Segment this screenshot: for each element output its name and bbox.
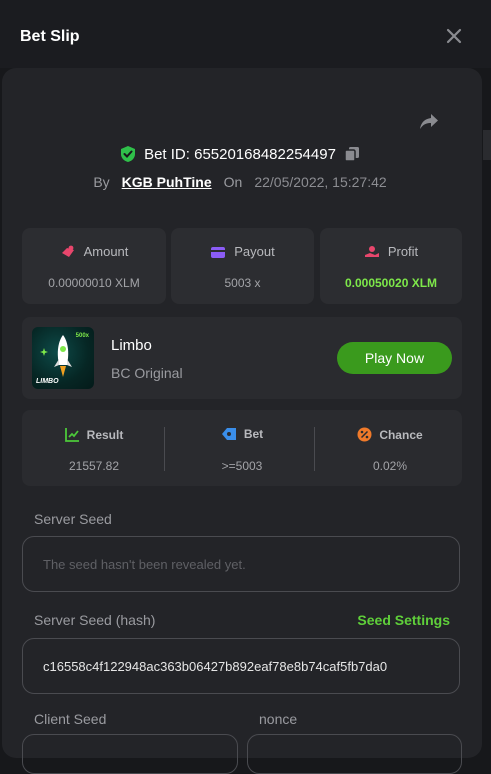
bet-date: 22/05/2022, 15:27:42 <box>254 174 387 190</box>
client-seed-label: Client Seed <box>34 711 107 727</box>
play-now-button[interactable]: Play Now <box>337 342 452 374</box>
profit-card: Profit 0.00050020 XLM <box>320 228 462 304</box>
server-seed-hash-label: Server Seed (hash) <box>34 612 156 628</box>
chance-column: Chance 0.02% <box>318 410 462 486</box>
bet-meta-row: By KGB PuhTine On 22/05/2022, 15:27:42 <box>0 172 480 192</box>
result-card: Result 21557.82 Bet >=5003 Chance 0.02% <box>22 410 462 486</box>
shield-check-icon <box>121 146 136 162</box>
payout-label: Payout <box>234 244 275 259</box>
amount-label: Amount <box>83 244 129 259</box>
result-value: 21557.82 <box>68 459 120 473</box>
chance-value: 0.02% <box>372 459 408 473</box>
payout-card: Payout 5003 x <box>171 228 314 304</box>
nonce-field[interactable] <box>247 734 462 774</box>
client-seed-field[interactable] <box>22 734 238 774</box>
percent-icon <box>357 427 372 442</box>
thumb-label: LIMBO <box>36 378 59 385</box>
header: Bet Slip <box>0 0 491 68</box>
seed-settings-link[interactable]: Seed Settings <box>357 612 450 628</box>
game-card: 500x LIMBO Limbo BC Original Play Now <box>22 317 462 399</box>
divider <box>314 427 315 471</box>
game-thumbnail[interactable]: 500x LIMBO <box>32 327 94 389</box>
amount-card: Amount 0.00000010 XLM <box>22 228 166 304</box>
bet-value: >=5003 <box>221 459 263 473</box>
server-seed-label: Server Seed <box>34 511 112 527</box>
profit-icon <box>364 245 379 257</box>
chart-icon <box>64 428 79 442</box>
result-column: Result 21557.82 <box>22 410 166 486</box>
copy-icon[interactable] <box>344 146 360 162</box>
bet-label: Bet <box>243 427 264 441</box>
bet-id: Bet ID: 65520168482254497 <box>144 145 336 163</box>
result-label: Result <box>86 427 124 442</box>
amount-icon <box>61 245 74 257</box>
by-label: By <box>93 174 110 190</box>
game-name: Limbo <box>111 337 152 354</box>
payout-value: 5003 x <box>224 276 261 290</box>
amount-value: 0.00000010 XLM <box>48 276 140 290</box>
page-title: Bet Slip <box>20 28 80 45</box>
user-link[interactable]: KGB PuhTine <box>122 174 212 190</box>
bet-id-row: Bet ID: 65520168482254497 <box>0 143 480 165</box>
thumb-badge: 500x <box>75 333 89 339</box>
background-edge <box>483 130 491 160</box>
profit-value: 0.00050020 XLM <box>344 276 438 290</box>
server-seed-hash-field[interactable]: c16558c4f122948ac363b06427b892eaf78e8b74… <box>22 638 460 694</box>
server-seed-field[interactable]: The seed hasn't been revealed yet. <box>22 536 460 592</box>
close-icon[interactable] <box>445 27 463 45</box>
tag-icon <box>221 428 236 440</box>
game-subtitle: BC Original <box>111 365 183 381</box>
on-label: On <box>223 174 243 190</box>
profit-label: Profit <box>387 244 419 259</box>
chance-label: Chance <box>379 427 423 442</box>
wallet-icon <box>211 246 226 258</box>
divider <box>164 427 165 471</box>
nonce-label: nonce <box>259 711 298 727</box>
bet-column: Bet >=5003 <box>170 410 314 486</box>
share-icon[interactable] <box>418 110 440 132</box>
